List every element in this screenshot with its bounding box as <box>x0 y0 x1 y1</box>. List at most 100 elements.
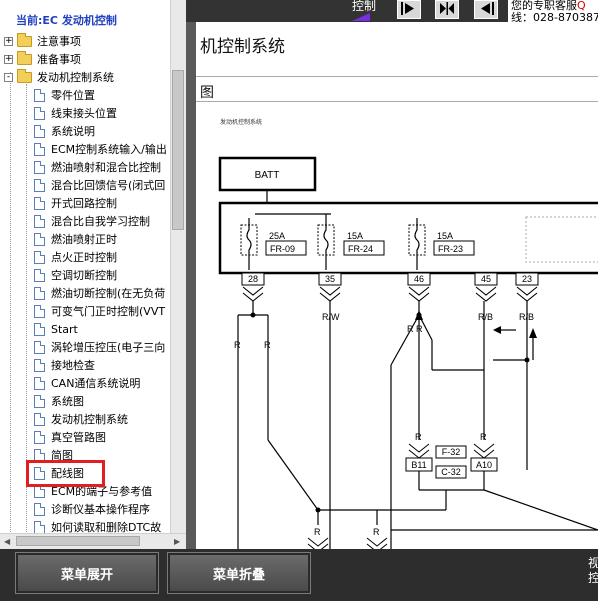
connector-pins: 28 35 46 45 23 <box>241 272 539 286</box>
svg-text:R: R <box>264 340 271 350</box>
svg-text:R: R <box>480 432 487 442</box>
fuse-id: FR-23 <box>438 244 463 254</box>
document-icon <box>34 160 45 174</box>
tree-item[interactable]: 可变气门正时控制(VVT <box>34 302 165 320</box>
service-info: 您的专职客服Q 线：028-870387 <box>508 0 598 24</box>
tree-item[interactable]: 接地检查 <box>34 356 95 374</box>
open-folder-icon <box>17 68 32 83</box>
pin-number: 35 <box>325 274 335 284</box>
control-label: 控制 <box>352 0 377 13</box>
document-icon <box>34 268 45 282</box>
expand-icon[interactable]: + <box>4 36 13 46</box>
tree-scroll-thumb[interactable] <box>172 70 184 230</box>
svg-text:F-32: F-32 <box>442 447 461 457</box>
tree-item[interactable]: 燃油切断控制(在无负荷 <box>34 284 165 302</box>
tree-item[interactable]: 涡轮增压控压(电子三向 <box>34 338 165 356</box>
tree-folder-label: 注意事项 <box>37 35 81 48</box>
svg-text:R: R <box>314 527 321 537</box>
arrow-up-icon <box>529 328 537 338</box>
battery-label: BATT <box>255 170 280 181</box>
tree-item-label: 可变气门正时控制(VVT <box>51 305 166 318</box>
tree-item-label: 诊断仪基本操作程序 <box>51 503 150 516</box>
tree-item-label: 燃油喷射和混合比控制 <box>51 161 161 174</box>
tree-guide-line <box>10 72 11 542</box>
fuse-amp: 25A <box>269 231 285 241</box>
fuse-id: FR-24 <box>348 244 373 254</box>
folder-icon <box>17 32 32 47</box>
scroll-left-icon[interactable]: ◀ <box>4 537 10 546</box>
document-icon <box>34 394 45 408</box>
tree-item[interactable]: 空调切断控制 <box>34 266 117 284</box>
collapse-menu-button[interactable]: 菜单折叠 <box>167 552 311 594</box>
tree-item[interactable]: 燃油喷射和混合比控制 <box>34 158 161 176</box>
tree-item[interactable]: 开式回路控制 <box>34 194 117 212</box>
svg-text:R: R <box>234 340 241 350</box>
tree-item[interactable]: 系统说明 <box>34 122 95 140</box>
wiring-diagram: 发动机控制系统 BATT 25A FR-09 15A FR-24 15A FR-… <box>218 118 598 549</box>
divider-line <box>196 101 598 102</box>
side-label-line: 视 <box>588 556 598 570</box>
document-icon <box>34 376 45 390</box>
document-icon <box>34 106 45 120</box>
svg-text:C-32: C-32 <box>441 467 461 477</box>
divider-line <box>196 76 598 77</box>
tree-folder-preparation[interactable]: + 准备事项 <box>4 50 81 68</box>
tree-item-label: 真空管路图 <box>51 431 106 444</box>
folder-icon <box>17 50 32 65</box>
pin-number: 46 <box>414 274 424 284</box>
tree-item-label: 涡轮增压控压(电子三向 <box>51 341 166 354</box>
tree-folder-precautions[interactable]: + 注意事项 <box>4 32 81 50</box>
tree-item-label: Start <box>51 322 78 336</box>
document-icon <box>34 358 45 372</box>
tree-item[interactable]: 零件位置 <box>34 86 95 104</box>
next-page-button[interactable] <box>397 0 421 19</box>
document-viewer[interactable]: 机控制系统 图 发动机控制系统 BATT 25A FR-09 15A FR-24 <box>196 22 598 549</box>
tree-item-label: 开式回路控制 <box>51 197 117 210</box>
tree-item-label: 零件位置 <box>51 89 95 102</box>
arrow-left-icon <box>493 326 501 334</box>
document-icon <box>34 88 45 102</box>
document-icon <box>34 340 45 354</box>
play-right-icon <box>401 0 417 19</box>
tree-item[interactable]: 点火正时控制 <box>34 248 117 266</box>
tree-item-label: 发动机控制系统 <box>51 413 128 426</box>
tree-item[interactable]: ECM控制系统输入/输出 <box>34 140 167 158</box>
svg-text:R: R <box>415 432 422 442</box>
tree-item[interactable]: 发动机控制系统 <box>34 410 128 428</box>
tree-item[interactable]: Start <box>34 320 78 338</box>
tree-item-label: 燃油喷射正时 <box>51 233 117 246</box>
fuse-amp: 15A <box>437 231 453 241</box>
navigation-tree[interactable]: 当前:EC 发动机控制 + 注意事项 + 准备事项 - 发动机控制系统 零件位置… <box>0 0 186 549</box>
tree-item[interactable]: 线束接头位置 <box>34 104 117 122</box>
tree-item-label: 燃油切断控制(在无负荷 <box>51 287 166 300</box>
scroll-right-icon[interactable]: ▶ <box>174 537 180 546</box>
tree-item-label: 点火正时控制 <box>51 251 117 264</box>
svg-text:R/W: R/W <box>322 312 340 322</box>
collapse-icon[interactable]: - <box>4 72 13 82</box>
tree-item[interactable]: 系统图 <box>34 392 84 410</box>
svg-text:B11: B11 <box>411 460 426 470</box>
tree-folder-label: 发动机控制系统 <box>37 71 114 84</box>
tree-hscroll-thumb[interactable] <box>16 536 140 546</box>
tree-item[interactable]: 混合比自我学习控制 <box>34 212 150 230</box>
document-icon <box>34 430 45 444</box>
tree-item-label: 系统图 <box>51 395 84 408</box>
play-left-icon <box>478 0 494 19</box>
tree-item[interactable]: 诊断仪基本操作程序 <box>34 500 150 518</box>
tree-item[interactable]: 真空管路图 <box>34 428 106 446</box>
document-icon <box>34 196 45 210</box>
tree-item[interactable]: 混合比回馈信号(闭式回 <box>34 176 165 194</box>
tree-item[interactable]: CAN通信系统说明 <box>34 374 140 392</box>
pin-number: 23 <box>522 274 532 284</box>
document-icon <box>34 232 45 246</box>
document-icon <box>34 142 45 156</box>
tree-folder-engine-control[interactable]: - 发动机控制系统 <box>4 68 114 86</box>
expand-menu-button[interactable]: 菜单展开 <box>15 552 159 594</box>
tree-item[interactable]: 燃油喷射正时 <box>34 230 117 248</box>
split-view-button[interactable] <box>435 0 459 19</box>
previous-page-button[interactable] <box>474 0 498 19</box>
side-label: 视 控 <box>588 556 598 586</box>
tree-item-label: 线束接头位置 <box>51 107 117 120</box>
expand-icon[interactable]: + <box>4 54 13 64</box>
panel-splitter[interactable] <box>186 22 196 549</box>
